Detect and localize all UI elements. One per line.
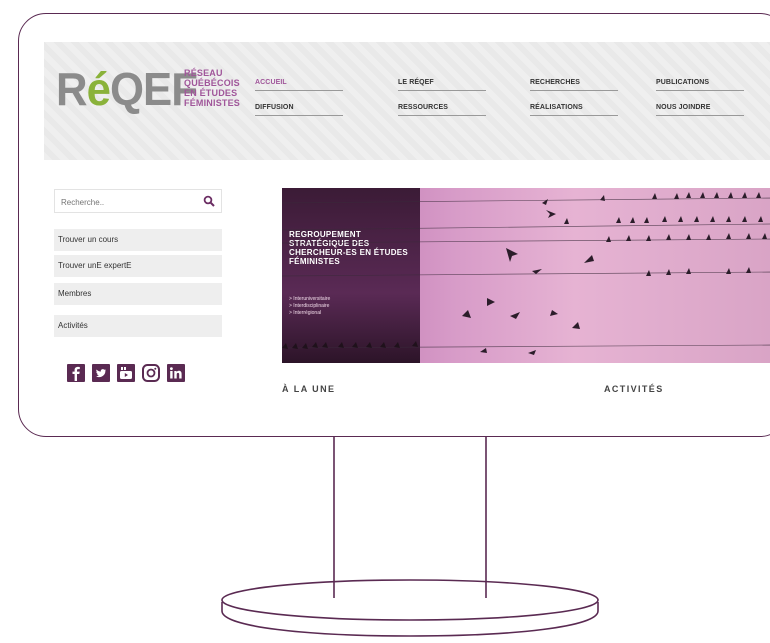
monitor-stand	[221, 437, 599, 637]
